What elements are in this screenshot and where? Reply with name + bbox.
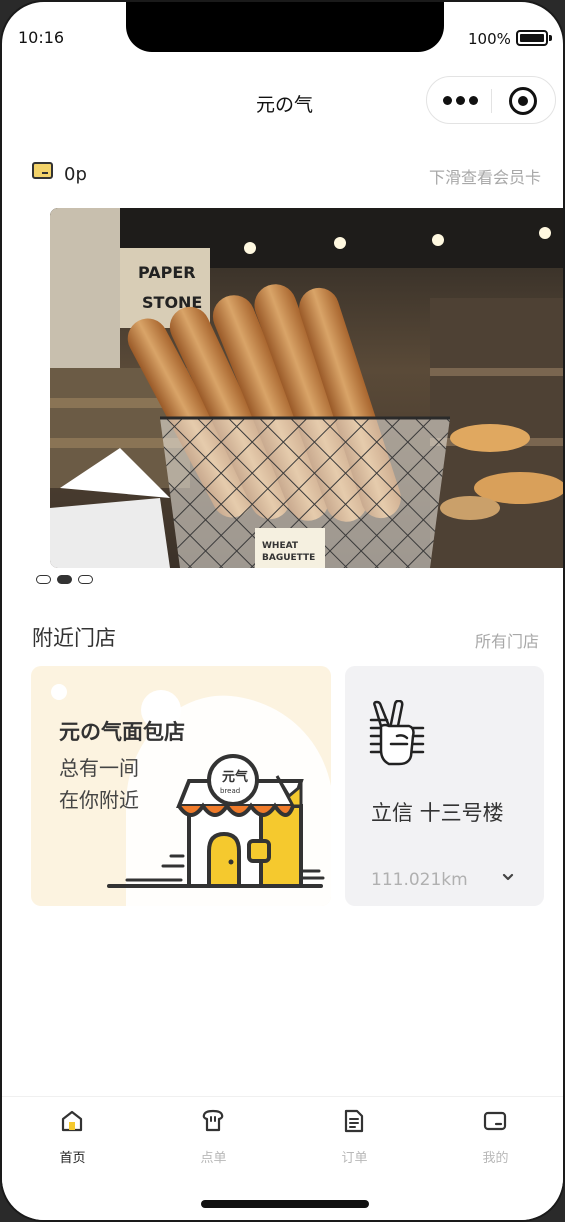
home-indicator xyxy=(201,1200,369,1208)
bakery-photo: PAPER STONE WHEAT BAGUETTE xyxy=(50,208,563,568)
phone-frame: 10:16 100% 元の气 0p 下滑查看会员卡 PAPER STONE WH… xyxy=(0,0,565,1222)
member-points[interactable]: 0p xyxy=(64,164,87,185)
promo-tagline-2: 在你附近 xyxy=(59,788,139,812)
chevron-down-icon[interactable] xyxy=(501,870,515,884)
carousel-dot[interactable] xyxy=(36,575,51,584)
status-time: 10:16 xyxy=(18,28,65,47)
store-card[interactable]: 立信 十三号楼 111.021km xyxy=(345,666,544,906)
document-icon xyxy=(344,1109,364,1133)
tab-orders-label: 订单 xyxy=(341,1151,368,1166)
carousel-dot-active[interactable] xyxy=(57,575,72,584)
wallet-icon xyxy=(483,1111,507,1131)
shop-sign-sub: bread xyxy=(220,787,240,795)
battery-icon xyxy=(516,30,552,46)
capsule-divider xyxy=(491,89,492,113)
store-name: 立信 十三号楼 xyxy=(371,801,504,825)
home-icon xyxy=(61,1110,83,1132)
tab-orders[interactable]: 订单 xyxy=(284,1097,425,1187)
nearby-section-title: 附近门店 xyxy=(32,626,116,650)
promo-title: 元の气面包店 xyxy=(59,720,185,744)
store-distance: 111.021km xyxy=(371,870,468,890)
promo-card[interactable]: 元气 bread 元の气面包店 总有一间 在你附近 xyxy=(31,666,331,906)
tag-text-baguette: BAGUETTE xyxy=(262,553,315,563)
tab-order[interactable]: 点单 xyxy=(143,1097,284,1187)
tab-home-label: 首页 xyxy=(59,1151,86,1166)
shop-sign-text: 元气 xyxy=(222,769,248,785)
tab-order-label: 点单 xyxy=(200,1151,227,1166)
tag-text-wheat: WHEAT xyxy=(262,541,299,551)
member-card-icon xyxy=(32,162,53,179)
tab-mine-label: 我的 xyxy=(482,1151,509,1166)
mini-program-capsule xyxy=(426,76,556,124)
battery-percent: 100% xyxy=(468,30,511,48)
banner-carousel[interactable]: PAPER STONE WHEAT BAGUETTE xyxy=(50,208,563,568)
all-stores-link[interactable]: 所有门店 xyxy=(475,628,539,652)
carousel-dot[interactable] xyxy=(78,575,93,584)
tab-home[interactable]: 首页 xyxy=(2,1097,143,1187)
bread-icon xyxy=(202,1109,224,1132)
member-card-hint[interactable]: 下滑查看会员卡 xyxy=(429,164,541,188)
more-dots-icon[interactable] xyxy=(441,91,481,111)
notch xyxy=(126,2,444,52)
tab-mine[interactable]: 我的 xyxy=(425,1097,563,1187)
peace-hand-icon xyxy=(369,700,425,766)
sign-text-paper: PAPER xyxy=(138,263,196,282)
close-target-icon[interactable] xyxy=(509,87,537,115)
promo-tagline-1: 总有一间 xyxy=(59,756,139,780)
